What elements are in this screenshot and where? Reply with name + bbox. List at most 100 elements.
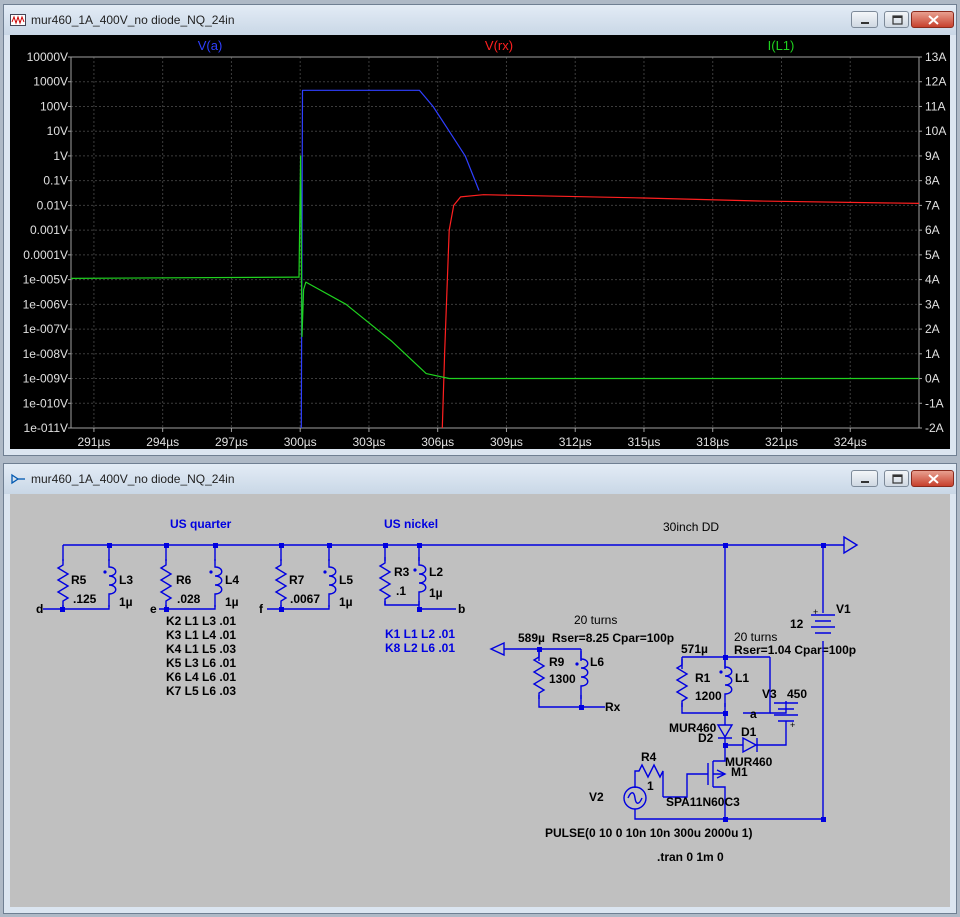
- rx-params-label: Rser=8.25 Cpar=100p: [552, 631, 674, 645]
- x-tick-label: 315µs: [628, 435, 661, 449]
- x-tick-label: 291µs: [77, 435, 110, 449]
- y-right-tick-label: 7A: [925, 198, 940, 212]
- waveform-window: mur460_1A_400V_no diode_NQ_24in 10000V 13…: [3, 4, 957, 456]
- minimize-button[interactable]: [851, 11, 878, 28]
- y-left-tick-label: 1e-006V: [23, 297, 68, 311]
- y-left-tick-label: 1e-011V: [24, 421, 68, 435]
- top-bus-wire: [63, 535, 859, 555]
- r1-value: 1200: [695, 689, 722, 703]
- d2-ref: D2: [698, 731, 714, 745]
- trace-label-vrx[interactable]: V(rx): [485, 38, 513, 53]
- waveform-app-icon: [10, 14, 26, 26]
- resistor-r7-symbol[interactable]: [275, 558, 287, 608]
- l2-ref: L2: [429, 565, 443, 579]
- minimize-button[interactable]: [851, 470, 878, 487]
- x-tick-label: 303µs: [352, 435, 385, 449]
- net-rx-label: Rx: [605, 700, 621, 714]
- waveform-plot[interactable]: 10000V 13A 1000V 12A 100V 11A 10V 10A 1V 9A 0.1V 8A…: [10, 35, 950, 449]
- us-nickel-label: US nickel: [384, 517, 438, 531]
- m1-value: SPA11N60C3: [666, 795, 740, 809]
- trace-label-va[interactable]: V(a): [198, 38, 223, 53]
- resistor-r3-symbol[interactable]: [379, 556, 391, 606]
- diode-d2-symbol[interactable]: [716, 724, 734, 745]
- resistor-r6-symbol[interactable]: [160, 558, 172, 608]
- coupling-line: K2 L1 L3 .01: [166, 614, 236, 628]
- r5-ref: R5: [71, 573, 87, 587]
- r6-value: .028: [177, 592, 201, 606]
- v2-ref: V2: [589, 790, 604, 804]
- r4-value: 1: [647, 779, 654, 793]
- schematic-canvas[interactable]: R5 .125 L3 1µ d R6 .028 L4 1µ e R7 .0067: [10, 494, 950, 907]
- coupling-line: K3 L1 L4 .01: [166, 628, 236, 642]
- restore-button[interactable]: [884, 470, 909, 487]
- v3-plus-sign: +: [790, 720, 795, 730]
- l6-ref: L6: [590, 655, 604, 669]
- inductor-l4-symbol[interactable]: [208, 558, 223, 608]
- y-right-tick-label: 13A: [925, 50, 946, 64]
- y-left-tick-label: 1e-007V: [23, 322, 68, 336]
- restore-icon: [892, 15, 903, 25]
- y-left-tick-label: 1e-008V: [23, 347, 68, 361]
- y-right-tick-label: 2A: [925, 322, 940, 336]
- y-right-tick-label: 0A: [925, 372, 940, 386]
- close-icon: [928, 474, 939, 484]
- rx-turns-label: 20 turns: [574, 613, 617, 627]
- schematic-titlebar[interactable]: mur460_1A_400V_no diode_NQ_24in: [4, 464, 956, 494]
- inductor-l2-symbol[interactable]: [412, 556, 427, 606]
- x-tick-label: 297µs: [215, 435, 248, 449]
- diode-d1-symbol[interactable]: [725, 736, 761, 754]
- l4-ref: L4: [225, 573, 239, 587]
- v1-junction: [821, 817, 826, 822]
- x-tick-label: 300µs: [284, 435, 317, 449]
- inductor-l5-symbol[interactable]: [322, 558, 337, 608]
- l3-value: 1µ: [119, 595, 133, 609]
- v1-value: 12: [790, 617, 804, 631]
- close-button[interactable]: [911, 470, 954, 487]
- schematic-window-title: mur460_1A_400V_no diode_NQ_24in: [31, 472, 235, 486]
- v1-ref: V1: [836, 602, 851, 616]
- net-d-label: d: [36, 602, 43, 616]
- coupling-line: K6 L4 L6 .01: [166, 670, 236, 684]
- l2-value: 1µ: [429, 586, 443, 600]
- y-left-tick-label: 1V: [53, 149, 68, 163]
- l1-value-label: 571µ: [681, 642, 708, 656]
- restore-button[interactable]: [884, 11, 909, 28]
- y-left-tick-label: 1e-009V: [23, 372, 68, 386]
- resistor-r5-symbol[interactable]: [57, 558, 69, 608]
- r3-value: .1: [396, 584, 406, 598]
- l3-ref: L3: [119, 573, 133, 587]
- v1-plus-sign: +: [813, 607, 818, 617]
- y-left-tick-label: 100V: [40, 99, 68, 113]
- l5-value: 1µ: [339, 595, 353, 609]
- waveform-titlebar[interactable]: mur460_1A_400V_no diode_NQ_24in: [4, 5, 956, 35]
- net-a-label: a: [750, 707, 757, 721]
- trace-label-il1[interactable]: I(L1): [768, 38, 795, 53]
- y-left-tick-label: 10000V: [27, 50, 68, 64]
- rx-coil-r9-l6[interactable]: [489, 641, 605, 708]
- r7-value: .0067: [290, 592, 320, 606]
- x-tick-label: 309µs: [490, 435, 523, 449]
- schematic-drawing[interactable]: R5 .125 L3 1µ d R6 .028 L4 1µ e R7 .0067: [10, 494, 950, 907]
- trace-va[interactable]: [300, 89, 480, 429]
- inductor-l6-symbol[interactable]: [574, 650, 589, 700]
- y-left-tick-label: 1e-010V: [23, 396, 68, 410]
- r9-value: 1300: [549, 672, 576, 686]
- trace-il1[interactable]: [70, 155, 919, 380]
- l4-value: 1µ: [225, 595, 239, 609]
- schematic-window: mur460_1A_400V_no diode_NQ_24in R5 .125 …: [3, 463, 957, 914]
- r6-ref: R6: [176, 573, 192, 587]
- y-left-tick-label: 1000V: [33, 75, 68, 89]
- y-right-tick-label: 5A: [925, 248, 940, 262]
- waveform-window-title: mur460_1A_400V_no diode_NQ_24in: [31, 13, 235, 27]
- y-right-tick-label: 10A: [925, 124, 946, 138]
- minimize-icon: [861, 22, 869, 24]
- close-button[interactable]: [911, 11, 954, 28]
- y-right-tick-label: -2A: [925, 421, 944, 435]
- y-left-tick-label: 1e-005V: [23, 273, 68, 287]
- y-left-tick-label: 0.0001V: [23, 248, 68, 262]
- l5-ref: L5: [339, 573, 353, 587]
- inductor-l3-symbol[interactable]: [102, 558, 117, 608]
- coupling-line: K4 L1 L5 .03: [166, 642, 236, 656]
- waveform-plot-pane[interactable]: 10000V 13A 1000V 12A 100V 11A 10V 10A 1V 9A 0.1V 8A…: [10, 35, 950, 449]
- y-right-tick-label: 1A: [925, 347, 940, 361]
